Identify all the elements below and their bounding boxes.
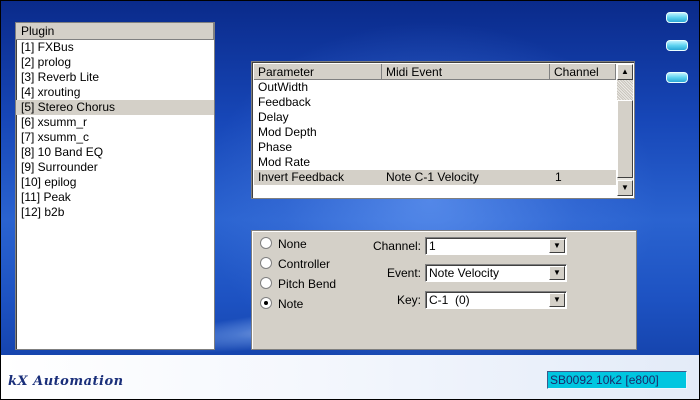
radio-selected-icon[interactable] xyxy=(260,297,272,309)
scrollbar-track[interactable] xyxy=(617,80,633,100)
radio-label: None xyxy=(278,237,307,251)
radio-circle-icon[interactable] xyxy=(260,277,272,289)
scroll-down-arrow-icon[interactable]: ▼ xyxy=(617,180,633,196)
plugin-item[interactable]: [9] Surrounder xyxy=(16,160,214,175)
channel-label: Channel: xyxy=(372,239,421,253)
cell-parameter: Feedback xyxy=(258,95,311,109)
radio-label: Controller xyxy=(278,257,331,271)
key-select[interactable]: C-1 (0) ▼ xyxy=(425,291,567,309)
device-label: SB0092 10k2 [e800] xyxy=(547,371,687,389)
cell-parameter: Invert Feedback xyxy=(258,170,345,184)
plugin-list[interactable]: Plugin [1] FXBus [2] prolog [3] Reverb L… xyxy=(15,22,215,350)
channel-select[interactable]: 1 ▼ xyxy=(425,237,567,255)
radio-none[interactable]: None xyxy=(260,236,307,252)
scrollbar-thumb[interactable] xyxy=(617,100,633,178)
key-label: Key: xyxy=(396,293,421,307)
column-header-parameter[interactable]: Parameter xyxy=(254,64,382,80)
cell-parameter: OutWidth xyxy=(258,80,309,94)
plugin-item[interactable]: [3] Reverb Lite xyxy=(16,70,214,85)
close-icon[interactable] xyxy=(666,72,688,83)
table-row-selected[interactable]: Invert Feedback Note C-1 Velocity 1 xyxy=(254,170,616,185)
maximize-icon[interactable] xyxy=(666,40,688,51)
app-title: kX Automation xyxy=(8,374,124,389)
plugin-item[interactable]: [10] epilog xyxy=(16,175,214,190)
plugin-item[interactable]: [7] xsumm_c xyxy=(16,130,214,145)
column-header-channel[interactable]: Channel xyxy=(550,64,616,80)
cell-channel: 1 xyxy=(555,170,562,184)
cell-parameter: Mod Rate xyxy=(258,155,311,169)
parameter-table[interactable]: Parameter Midi Event Channel OutWidth Fe… xyxy=(251,61,635,199)
minimize-icon[interactable] xyxy=(666,12,688,23)
radio-circle-icon[interactable] xyxy=(260,237,272,249)
cell-parameter: Delay xyxy=(258,110,289,124)
radio-controller[interactable]: Controller xyxy=(260,256,330,272)
radio-label: Pitch Bend xyxy=(278,277,337,291)
event-select[interactable]: Note Velocity ▼ xyxy=(425,264,567,282)
plugin-item-selected[interactable]: [5] Stereo Chorus xyxy=(16,100,214,115)
plugin-item[interactable]: [8] 10 Band EQ xyxy=(16,145,214,160)
radio-pitch-bend[interactable]: Pitch Bend xyxy=(260,276,336,292)
column-header-midi-event[interactable]: Midi Event xyxy=(382,64,550,80)
table-row[interactable]: OutWidth xyxy=(254,80,616,95)
chevron-down-icon[interactable]: ▼ xyxy=(549,266,565,280)
chevron-down-icon[interactable]: ▼ xyxy=(549,239,565,253)
table-row[interactable]: Phase xyxy=(254,140,616,155)
scroll-up-arrow-icon[interactable]: ▲ xyxy=(617,64,633,80)
plugin-item[interactable]: [6] xsumm_r xyxy=(16,115,214,130)
plugin-item[interactable]: [11] Peak xyxy=(16,190,214,205)
table-row[interactable]: Feedback xyxy=(254,95,616,110)
table-row[interactable]: Mod Depth xyxy=(254,125,616,140)
vertical-scrollbar[interactable]: ▲ ▼ xyxy=(617,64,633,196)
plugin-item[interactable]: [2] prolog xyxy=(16,55,214,70)
cell-midi-event: Note C-1 Velocity xyxy=(386,170,479,184)
table-row[interactable]: Delay xyxy=(254,110,616,125)
radio-note[interactable]: Note xyxy=(260,296,303,312)
radio-circle-icon[interactable] xyxy=(260,257,272,269)
channel-value: 1 xyxy=(429,239,436,253)
cell-parameter: Phase xyxy=(258,140,293,154)
table-row[interactable]: Mod Rate xyxy=(254,155,616,170)
plugin-item[interactable]: [4] xrouting xyxy=(16,85,214,100)
plugin-column-header[interactable]: Plugin xyxy=(16,23,214,40)
event-label: Event: xyxy=(386,266,421,280)
event-settings-panel: None Controller Pitch Bend Note Channel:… xyxy=(251,230,637,350)
plugin-item[interactable]: [12] b2b xyxy=(16,205,214,220)
radio-label: Note xyxy=(278,297,304,311)
plugin-item[interactable]: [1] FXBus xyxy=(16,40,214,55)
table-header: Parameter Midi Event Channel xyxy=(254,64,616,80)
key-value: C-1 (0) xyxy=(429,293,470,307)
cell-parameter: Mod Depth xyxy=(258,125,317,139)
event-value: Note Velocity xyxy=(429,266,500,280)
chevron-down-icon[interactable]: ▼ xyxy=(549,293,565,307)
